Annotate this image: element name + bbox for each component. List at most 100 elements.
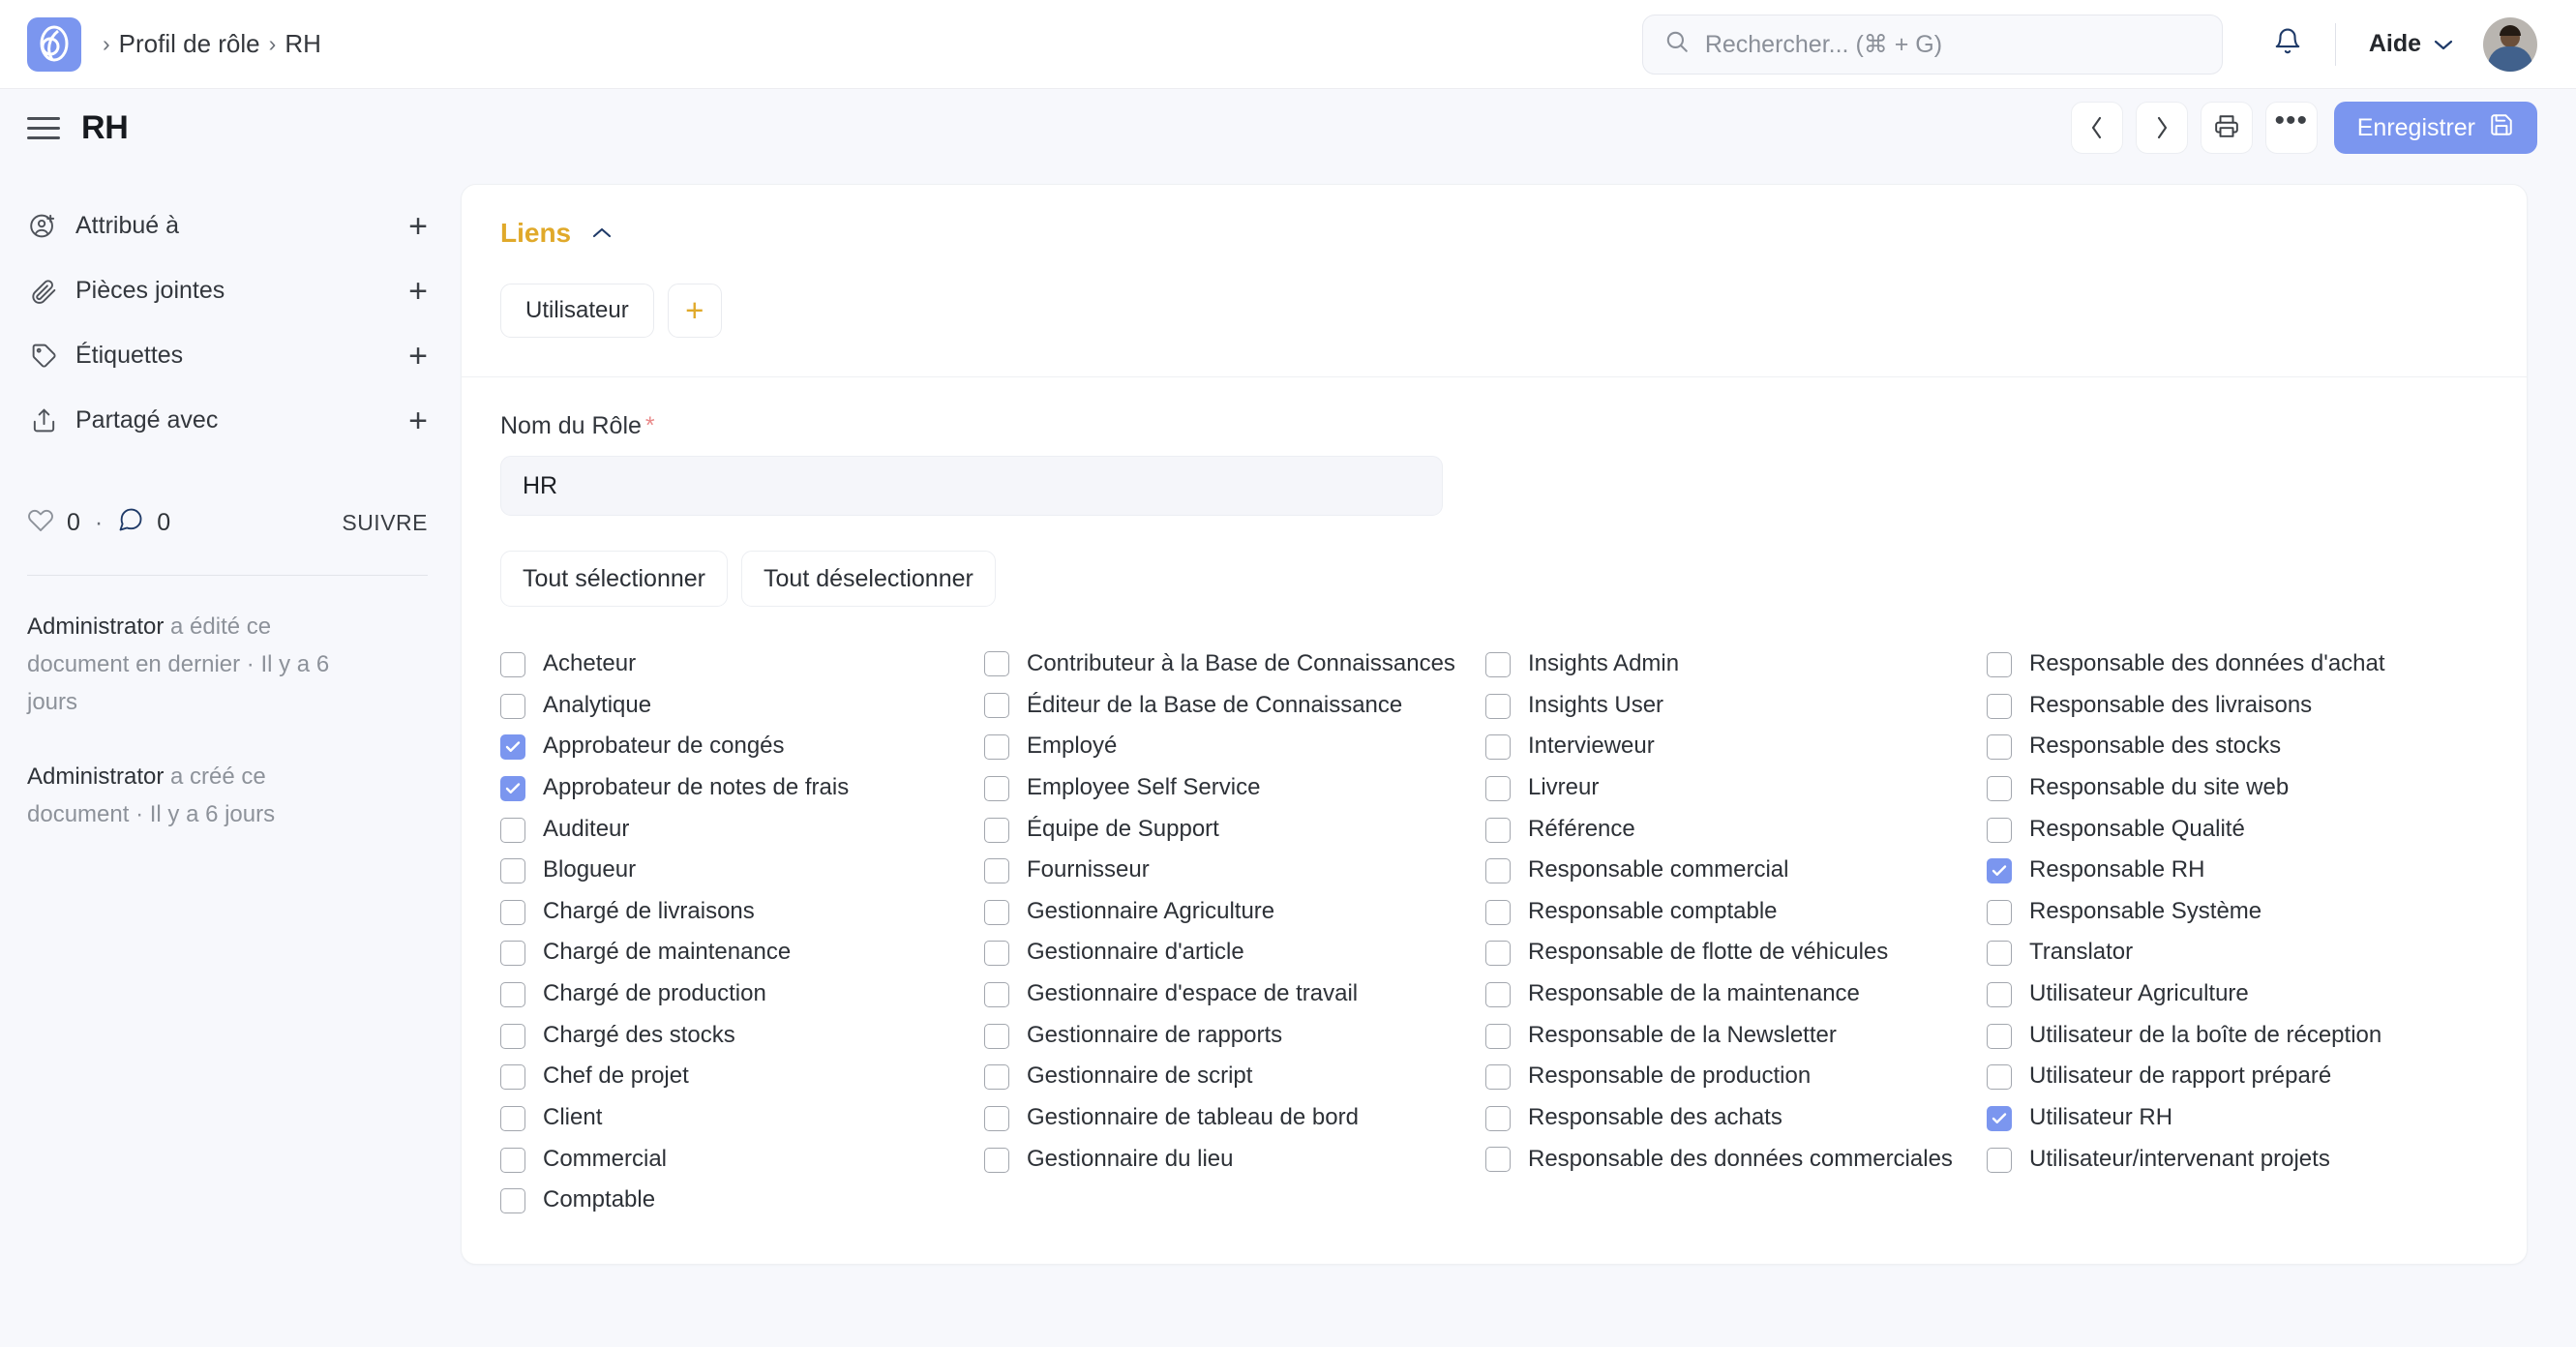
role-checkbox-item[interactable]: Insights User xyxy=(1485,685,1971,727)
role-checkbox-item[interactable]: Responsable commercial xyxy=(1485,850,1971,891)
hamburger-menu-icon[interactable] xyxy=(27,117,60,139)
app-logo-icon[interactable] xyxy=(27,17,81,72)
checkbox-icon[interactable] xyxy=(1485,941,1511,966)
role-checkbox-item[interactable]: Responsable Qualité xyxy=(1987,809,2472,851)
checkbox-icon[interactable] xyxy=(1987,818,2012,843)
role-name-input[interactable] xyxy=(500,456,1443,516)
role-checkbox-item[interactable]: Blogueur xyxy=(500,850,969,891)
sidebar-item-attachments[interactable]: Pièces jointes + xyxy=(27,258,428,323)
print-button[interactable] xyxy=(2201,102,2253,154)
role-checkbox-item[interactable]: Intervieweur xyxy=(1485,726,1971,767)
checkbox-icon[interactable] xyxy=(1485,1064,1511,1090)
role-checkbox-item[interactable]: Chargé de maintenance xyxy=(500,932,969,973)
checkbox-icon[interactable] xyxy=(984,776,1009,801)
role-checkbox-item[interactable]: Responsable Système xyxy=(1987,891,2472,933)
role-checkbox-item[interactable]: Responsable des stocks xyxy=(1987,726,2472,767)
role-checkbox-item[interactable]: Employee Self Service xyxy=(984,767,1470,809)
checkbox-icon[interactable] xyxy=(1987,1148,2012,1173)
checkbox-checked-icon[interactable] xyxy=(1987,1106,2012,1131)
role-checkbox-item[interactable]: Responsable comptable xyxy=(1485,891,1971,933)
role-checkbox-item[interactable]: Translator xyxy=(1987,932,2472,973)
chevron-up-icon[interactable] xyxy=(590,225,614,241)
role-checkbox-item[interactable]: Utilisateur Agriculture xyxy=(1987,973,2472,1015)
notifications-button[interactable] xyxy=(2273,26,2302,62)
role-checkbox-item[interactable]: Responsable de la maintenance xyxy=(1485,973,1971,1015)
role-checkbox-item[interactable]: Utilisateur de rapport préparé xyxy=(1987,1056,2472,1097)
role-checkbox-item[interactable]: Commercial xyxy=(500,1139,969,1181)
select-all-button[interactable]: Tout sélectionner xyxy=(500,551,728,607)
checkbox-icon[interactable] xyxy=(1987,941,2012,966)
role-checkbox-item[interactable]: Chargé de production xyxy=(500,973,969,1015)
checkbox-icon[interactable] xyxy=(500,900,525,925)
role-checkbox-item[interactable]: Responsable RH xyxy=(1987,850,2472,891)
role-checkbox-item[interactable]: Utilisateur de la boîte de réception xyxy=(1987,1015,2472,1057)
add-attachment-button[interactable]: + xyxy=(408,275,428,308)
search-input[interactable]: Rechercher... (⌘ + G) xyxy=(1642,15,2223,75)
role-checkbox-item[interactable]: Auditeur xyxy=(500,809,969,851)
checkbox-icon[interactable] xyxy=(1485,694,1511,719)
role-checkbox-item[interactable]: Approbateur de congés xyxy=(500,726,969,767)
checkbox-icon[interactable] xyxy=(500,1148,525,1173)
deselect-all-button[interactable]: Tout déselectionner xyxy=(741,551,996,607)
role-checkbox-item[interactable]: Responsable des données d'achat xyxy=(1987,644,2472,685)
sidebar-item-shared-with[interactable]: Partagé avec + xyxy=(27,388,428,453)
comment-icon[interactable] xyxy=(117,506,144,540)
role-checkbox-item[interactable]: Contributeur à la Base de Connaissances xyxy=(984,644,1470,685)
checkbox-icon[interactable] xyxy=(500,694,525,719)
checkbox-checked-icon[interactable] xyxy=(1987,858,2012,883)
sidebar-item-assigned-to[interactable]: Attribué à + xyxy=(27,194,428,258)
avatar[interactable] xyxy=(2483,17,2537,72)
checkbox-icon[interactable] xyxy=(984,900,1009,925)
checkbox-icon[interactable] xyxy=(984,818,1009,843)
link-utilisateur-button[interactable]: Utilisateur xyxy=(500,284,654,338)
next-document-button[interactable] xyxy=(2136,102,2188,154)
previous-document-button[interactable] xyxy=(2071,102,2123,154)
add-tag-button[interactable]: + xyxy=(408,340,428,373)
checkbox-icon[interactable] xyxy=(1485,858,1511,883)
role-checkbox-item[interactable]: Approbateur de notes de frais xyxy=(500,767,969,809)
role-checkbox-item[interactable]: Utilisateur/intervenant projets xyxy=(1987,1139,2472,1181)
role-checkbox-item[interactable]: Livreur xyxy=(1485,767,1971,809)
checkbox-checked-icon[interactable] xyxy=(500,776,525,801)
sidebar-item-tags[interactable]: Étiquettes + xyxy=(27,323,428,388)
add-link-button[interactable]: + xyxy=(668,284,722,338)
role-checkbox-item[interactable]: Utilisateur RH xyxy=(1987,1097,2472,1139)
role-checkbox-item[interactable]: Gestionnaire de rapports xyxy=(984,1015,1470,1057)
checkbox-icon[interactable] xyxy=(500,858,525,883)
checkbox-icon[interactable] xyxy=(984,693,1009,718)
role-checkbox-item[interactable]: Responsable de flotte de véhicules xyxy=(1485,932,1971,973)
checkbox-icon[interactable] xyxy=(1987,1064,2012,1090)
role-checkbox-item[interactable]: Fournisseur xyxy=(984,850,1470,891)
checkbox-icon[interactable] xyxy=(984,734,1009,760)
checkbox-icon[interactable] xyxy=(500,982,525,1007)
checkbox-icon[interactable] xyxy=(1485,776,1511,801)
checkbox-checked-icon[interactable] xyxy=(500,734,525,760)
checkbox-icon[interactable] xyxy=(500,1064,525,1090)
checkbox-icon[interactable] xyxy=(1987,694,2012,719)
checkbox-icon[interactable] xyxy=(1485,652,1511,677)
checkbox-icon[interactable] xyxy=(1485,900,1511,925)
role-checkbox-item[interactable]: Gestionnaire du lieu xyxy=(984,1139,1470,1181)
help-menu[interactable]: Aide xyxy=(2369,30,2454,58)
role-checkbox-item[interactable]: Chargé des stocks xyxy=(500,1015,969,1057)
checkbox-icon[interactable] xyxy=(500,652,525,677)
add-shared-with-button[interactable]: + xyxy=(408,404,428,437)
checkbox-icon[interactable] xyxy=(500,1024,525,1049)
role-checkbox-item[interactable]: Équipe de Support xyxy=(984,809,1470,851)
checkbox-icon[interactable] xyxy=(1987,1024,2012,1049)
checkbox-icon[interactable] xyxy=(984,941,1009,966)
heart-icon[interactable] xyxy=(27,506,54,540)
checkbox-icon[interactable] xyxy=(984,1024,1009,1049)
breadcrumb-item-role-profile[interactable]: Profil de rôle xyxy=(119,29,260,59)
role-checkbox-item[interactable]: Responsable de production xyxy=(1485,1056,1971,1097)
checkbox-icon[interactable] xyxy=(1485,734,1511,760)
checkbox-icon[interactable] xyxy=(500,818,525,843)
checkbox-icon[interactable] xyxy=(500,1188,525,1213)
role-checkbox-item[interactable]: Client xyxy=(500,1097,969,1139)
role-checkbox-item[interactable]: Acheteur xyxy=(500,644,969,685)
role-checkbox-item[interactable]: Gestionnaire d'article xyxy=(984,932,1470,973)
role-checkbox-item[interactable]: Employé xyxy=(984,726,1470,767)
role-checkbox-item[interactable]: Responsable du site web xyxy=(1987,767,2472,809)
checkbox-icon[interactable] xyxy=(500,1106,525,1131)
add-assigned-to-button[interactable]: + xyxy=(408,210,428,243)
